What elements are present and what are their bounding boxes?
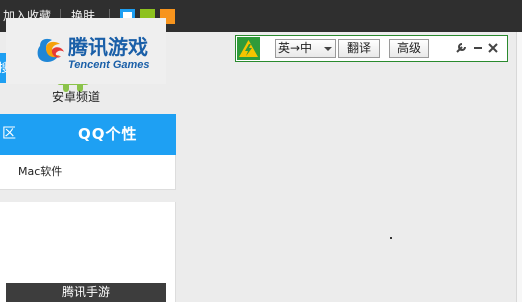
cursor-dot	[390, 237, 392, 239]
lightning-translate-icon[interactable]	[237, 37, 260, 60]
category-tab-partial[interactable]: 区	[2, 114, 16, 155]
category-bar: 区 QQ个性	[0, 114, 176, 155]
close-icon[interactable]	[486, 41, 500, 55]
android-channel-label[interactable]: 安卓频道	[52, 88, 112, 105]
scrollbar-track[interactable]	[516, 32, 522, 302]
tencent-games-logo-graphic: 腾讯游戏 Tencent Games	[37, 35, 150, 71]
tencent-games-cn: 腾讯游戏	[68, 35, 148, 59]
minimize-icon[interactable]	[471, 41, 485, 55]
card-caption[interactable]: 腾讯手游	[6, 283, 166, 302]
translate-button[interactable]: 翻译	[338, 39, 380, 58]
tencent-games-logo[interactable]: 腾讯游戏 Tencent Games	[6, 18, 166, 84]
mac-software-item[interactable]: Mac软件	[0, 155, 176, 190]
category-tab-qq[interactable]: QQ个性	[78, 114, 138, 155]
mac-software-label: Mac软件	[18, 165, 63, 178]
tencent-games-en: Tencent Games	[68, 59, 150, 71]
advanced-button[interactable]: 高级	[389, 39, 429, 58]
language-select-value: 英→中	[278, 41, 313, 55]
translate-toolbar: 英→中 翻译 高级	[235, 35, 508, 62]
chevron-down-icon	[324, 47, 332, 51]
wrench-icon[interactable]	[454, 41, 468, 55]
language-select[interactable]: 英→中	[275, 39, 336, 58]
